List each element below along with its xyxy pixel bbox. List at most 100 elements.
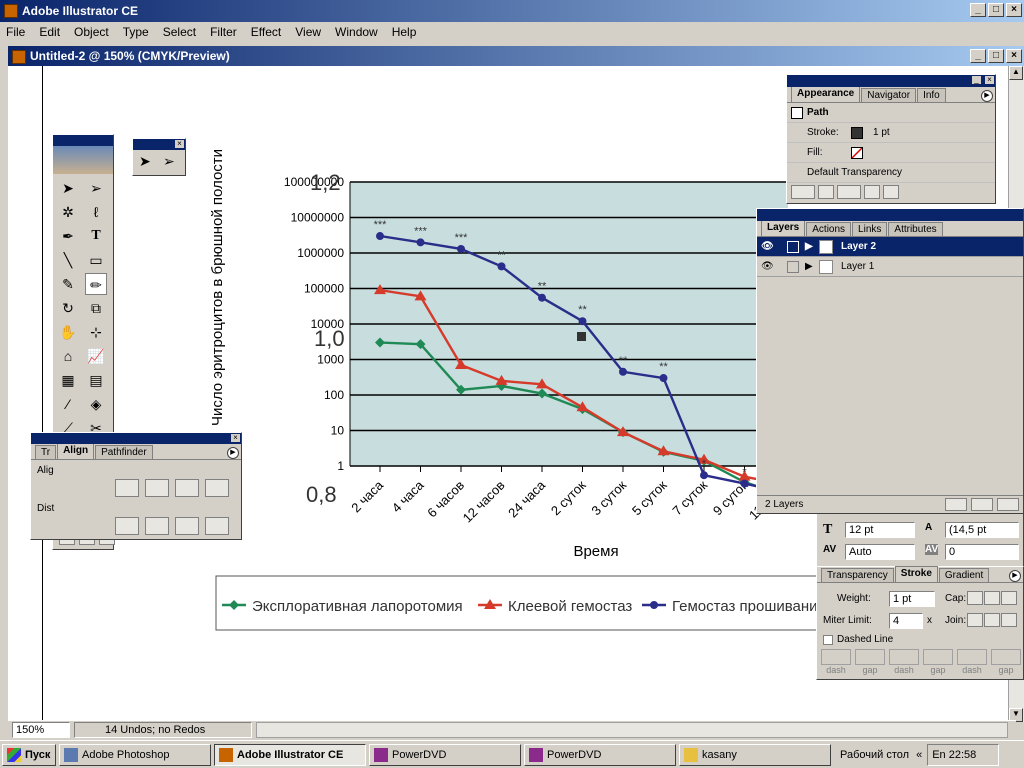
tab-pathfinder[interactable]: Pathfinder <box>95 445 153 459</box>
menu-type[interactable]: Type <box>123 25 149 39</box>
panel-menu-icon[interactable]: ▶ <box>227 447 239 459</box>
minimize-button[interactable]: _ <box>970 3 986 17</box>
lock-toggle[interactable] <box>787 261 799 273</box>
selection-tool-icon[interactable]: ➤ <box>57 177 79 199</box>
undo-status[interactable]: 14 Undos; no Redos <box>74 722 252 738</box>
expand-arrow-icon[interactable]: ▶ <box>805 257 813 277</box>
round-cap-button[interactable] <box>984 591 1000 605</box>
tab-transform[interactable]: Tr <box>35 445 57 459</box>
tab-align[interactable]: Align <box>57 443 95 459</box>
direct-selection-tool-icon[interactable]: ➢ <box>85 177 107 199</box>
align-vcenter-button[interactable] <box>175 479 199 497</box>
pencil-tool-icon[interactable]: ✏ <box>85 273 107 295</box>
doc-close-button[interactable]: × <box>1006 49 1022 63</box>
reduce-basic-icon[interactable] <box>837 185 861 199</box>
miter-join-button[interactable] <box>967 613 983 627</box>
taskbar-item-powerdvd-2[interactable]: PowerDVD <box>524 743 676 766</box>
close-icon[interactable]: × <box>231 434 240 442</box>
weight-field[interactable]: 1 pt <box>889 591 935 607</box>
symbol-sprayer-tool-icon[interactable]: ⌂ <box>57 345 79 367</box>
tab-layers[interactable]: Layers <box>761 220 806 236</box>
taskbar-item-photoshop[interactable]: Adobe Photoshop <box>59 743 211 766</box>
group-selection-tool-icon[interactable]: ➢ <box>163 153 175 170</box>
close-button[interactable]: × <box>1006 3 1022 17</box>
doc-minimize-button[interactable]: _ <box>970 49 986 63</box>
make-clipping-mask-icon[interactable] <box>945 498 967 511</box>
rotate-tool-icon[interactable]: ↻ <box>57 297 79 319</box>
menu-filter[interactable]: Filter <box>210 25 237 39</box>
pen-tool-icon[interactable]: ✒ <box>57 225 79 247</box>
new-layer-icon[interactable] <box>997 498 1019 511</box>
gap-field[interactable]: gap <box>923 649 953 675</box>
rectangle-tool-icon[interactable]: ▭ <box>85 249 107 271</box>
toolbar-expand-icon[interactable]: « <box>916 749 922 761</box>
dashed-line-checkbox[interactable] <box>823 635 833 645</box>
duplicate-item-icon[interactable] <box>864 185 880 199</box>
zoom-field[interactable]: 150% <box>12 722 70 738</box>
fill-row[interactable]: Fill: <box>787 143 995 163</box>
menu-effect[interactable]: Effect <box>251 25 281 39</box>
projecting-cap-button[interactable] <box>1001 591 1017 605</box>
menu-select[interactable]: Select <box>163 25 196 39</box>
tab-attributes[interactable]: Attributes <box>888 222 943 236</box>
panel-menu-icon[interactable]: ▶ <box>981 90 993 102</box>
gradient-tool-icon[interactable]: ▤ <box>85 369 107 391</box>
minimize-icon[interactable]: _ <box>972 76 981 84</box>
align-bottom-button[interactable] <box>205 479 229 497</box>
new-art-basic-icon[interactable] <box>791 185 815 199</box>
tab-info[interactable]: Info <box>917 88 946 102</box>
appearance-item-row[interactable]: Path <box>787 103 995 123</box>
tab-transparency[interactable]: Transparency <box>821 568 894 582</box>
clear-appearance-icon[interactable] <box>818 185 834 199</box>
start-button[interactable]: Пуск <box>2 743 56 766</box>
gap-field[interactable]: gap <box>991 649 1021 675</box>
type-tool-icon[interactable]: T <box>85 225 107 247</box>
tracking-field[interactable]: 0 <box>945 544 1019 560</box>
selection-tool-icon[interactable]: ➤ <box>139 153 151 170</box>
menu-window[interactable]: Window <box>335 25 378 39</box>
leading-field[interactable]: (14,5 pt <box>945 522 1019 538</box>
close-icon[interactable]: × <box>985 76 994 84</box>
transparency-row[interactable]: Default Transparency <box>787 163 995 183</box>
desktop-toolbar-label[interactable]: Рабочий стол <box>840 749 909 761</box>
magic-wand-tool-icon[interactable]: ✲ <box>57 201 79 223</box>
tab-actions[interactable]: Actions <box>806 222 852 236</box>
tab-gradient[interactable]: Gradient <box>938 568 990 582</box>
font-size-field[interactable]: 12 pt <box>845 522 915 538</box>
layer-row[interactable]: 👁 ▶ Layer 1 <box>757 257 1023 277</box>
menu-file[interactable]: File <box>6 25 25 39</box>
scroll-up-button[interactable]: ▲ <box>1009 66 1023 80</box>
kerning-field[interactable]: Auto <box>845 544 915 560</box>
warp-tool-icon[interactable]: ✋ <box>57 321 79 343</box>
language-indicator[interactable]: En <box>932 749 945 761</box>
dash-field[interactable]: dash <box>889 649 919 675</box>
gap-field[interactable]: gap <box>855 649 885 675</box>
align-right-button[interactable] <box>115 479 139 497</box>
eyedropper-tool-icon[interactable]: ⁄ <box>57 393 79 415</box>
close-icon[interactable]: × <box>175 140 184 148</box>
tab-stroke[interactable]: Stroke <box>894 566 938 582</box>
panel-menu-icon[interactable]: ▶ <box>1009 570 1021 582</box>
horizontal-scrollbar[interactable] <box>256 722 1008 738</box>
eye-icon[interactable]: 👁 <box>761 257 774 277</box>
menu-edit[interactable]: Edit <box>39 25 60 39</box>
trash-icon[interactable] <box>883 185 899 199</box>
lasso-tool-icon[interactable]: ℓ <box>85 201 107 223</box>
tab-navigator[interactable]: Navigator <box>861 88 917 102</box>
free-transform-tool-icon[interactable]: ⊹ <box>85 321 107 343</box>
distribute-top-button[interactable] <box>145 517 169 535</box>
menu-view[interactable]: View <box>295 25 321 39</box>
round-join-button[interactable] <box>984 613 1000 627</box>
mesh-tool-icon[interactable]: ▦ <box>57 369 79 391</box>
butt-cap-button[interactable] <box>967 591 983 605</box>
taskbar-item-kasany[interactable]: kasany <box>679 743 831 766</box>
blend-tool-icon[interactable]: ◈ <box>85 393 107 415</box>
distribute-right-button[interactable] <box>115 517 139 535</box>
lock-toggle[interactable] <box>787 241 799 253</box>
doc-maximize-button[interactable]: □ <box>988 49 1004 63</box>
bevel-join-button[interactable] <box>1001 613 1017 627</box>
eye-icon[interactable]: 👁 <box>761 237 774 257</box>
distribute-bottom-button[interactable] <box>205 517 229 535</box>
tab-appearance[interactable]: Appearance <box>791 86 861 102</box>
line-tool-icon[interactable]: ╲ <box>57 249 79 271</box>
